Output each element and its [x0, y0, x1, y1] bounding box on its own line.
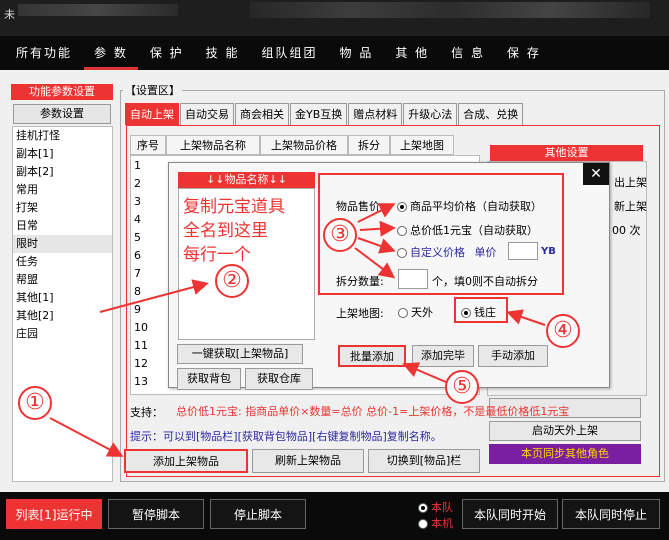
annotation-3: ③ [323, 218, 357, 252]
arrow-3c [357, 237, 396, 254]
arrow-3b [359, 220, 396, 237]
arrow-1 [49, 417, 124, 457]
annotation-1: ① [18, 386, 52, 420]
arrow-3a [357, 203, 396, 223]
arrow-5 [402, 362, 447, 383]
team-start-button[interactable]: 本队同时开始 [462, 499, 558, 529]
annotation-4: ④ [546, 314, 580, 348]
arrow-2 [99, 279, 209, 313]
stop-script-button[interactable]: 停止脚本 [210, 499, 306, 529]
radio-icon [418, 519, 428, 529]
annotation-arrows [49, 203, 546, 457]
radio-team[interactable]: 本队 [418, 499, 453, 515]
annotation-5: ⑤ [445, 370, 479, 404]
arrow-3d [354, 247, 396, 279]
radio-selected-icon [418, 503, 428, 513]
arrow-4 [506, 309, 546, 326]
annotation-2: ② [215, 264, 249, 298]
pause-script-button[interactable]: 暂停脚本 [108, 499, 204, 529]
script-list-running[interactable]: 列表[1]运行中 [6, 499, 102, 529]
team-stop-button[interactable]: 本队同时停止 [562, 499, 660, 529]
radio-self[interactable]: 本机 [418, 515, 453, 531]
